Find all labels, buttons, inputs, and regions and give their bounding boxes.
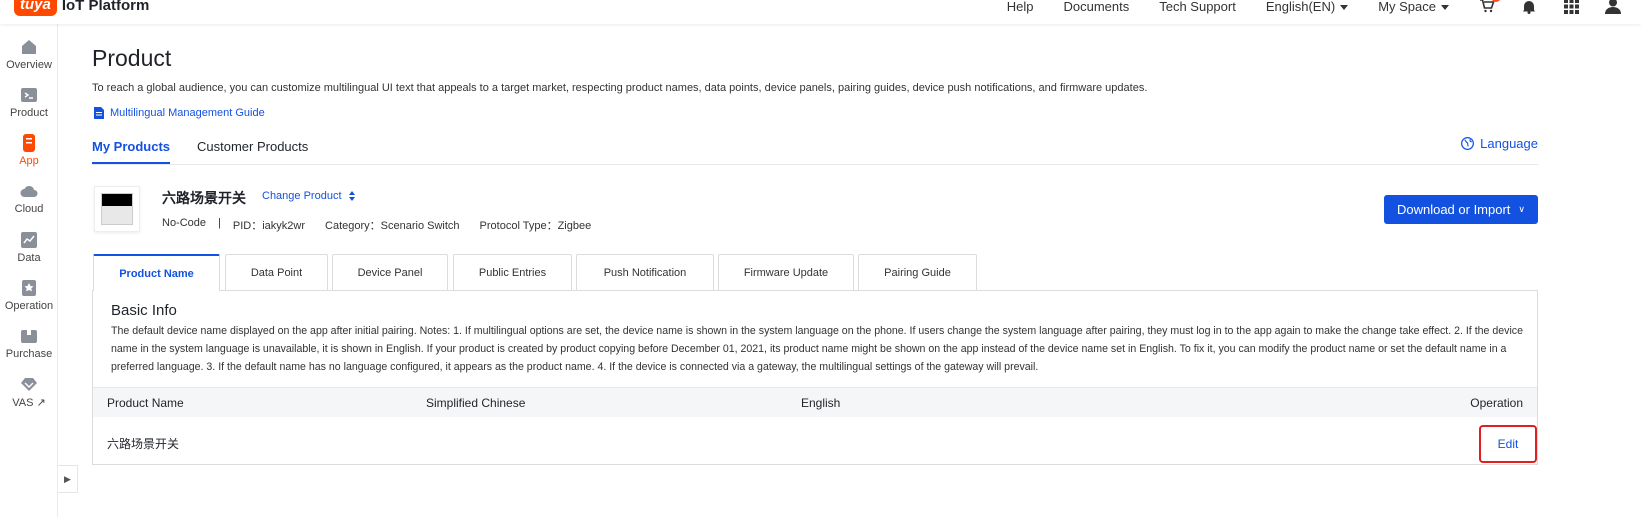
caret-down-icon — [1340, 4, 1349, 10]
guide-link-label: Multilingual Management Guide — [110, 107, 265, 119]
tab-product-name[interactable]: Product Name — [93, 254, 220, 291]
sidebar-item-label: Cloud — [14, 203, 44, 215]
logo-text: IoT Platform — [61, 0, 150, 14]
sidebar-item-purchase[interactable]: Purchase — [0, 327, 58, 360]
tab-firmware-update[interactable]: Firmware Update — [718, 254, 854, 290]
header-operation: Operation — [1470, 396, 1523, 410]
tab-public-entries[interactable]: Public Entries — [453, 254, 572, 290]
sidebar-item-label: App — [19, 155, 39, 167]
table-header: Product Name Simplified Chinese English … — [93, 387, 1537, 417]
diamond-icon — [21, 378, 37, 391]
guide-link[interactable]: Multilingual Management Guide — [94, 107, 265, 119]
tab-my-products[interactable]: My Products — [92, 139, 171, 164]
product-pid: PID：iakyk2wr — [232, 220, 306, 232]
download-import-button[interactable]: Download or Import ∨ — [1384, 195, 1538, 224]
tab-pairing-guide[interactable]: Pairing Guide — [858, 254, 977, 290]
logo-badge: tuya — [14, 0, 57, 16]
sidebar-item-label: Product — [10, 107, 48, 119]
change-product-label: Change Product — [262, 190, 342, 202]
phone-icon — [23, 134, 35, 152]
bell-icon[interactable] — [1521, 0, 1537, 14]
cloud-icon — [20, 185, 38, 197]
help-link[interactable]: Help — [1007, 0, 1034, 14]
chart-icon — [21, 232, 37, 248]
sidebar-item-label: Overview — [6, 59, 52, 71]
tab-customer-products[interactable]: Customer Products — [197, 139, 308, 154]
chevron-right-icon: ▶ — [64, 473, 71, 484]
box-icon — [21, 330, 37, 343]
tab-push-notification[interactable]: Push Notification — [576, 254, 714, 290]
terminal-icon — [21, 88, 37, 102]
meta-separator: | — [218, 217, 221, 229]
header-english: English — [801, 396, 841, 410]
basic-info-description: The default device name displayed on the… — [111, 325, 1523, 373]
page-title: Product — [92, 45, 172, 71]
apps-grid-icon[interactable] — [1563, 0, 1579, 14]
product-name: 六路场景开关 — [162, 190, 246, 206]
product-thumbnail — [94, 186, 140, 232]
language-dropdown[interactable]: English(EN) — [1265, 0, 1349, 14]
documents-link[interactable]: Documents — [1063, 0, 1129, 14]
product-category: Category：Scenario Switch — [325, 220, 460, 232]
sidebar-item-label: Operation — [4, 300, 54, 312]
sidebar-item-overview[interactable]: Overview — [0, 38, 58, 71]
caret-down-icon — [1441, 4, 1449, 10]
sidebar-item-app[interactable]: App — [0, 134, 58, 167]
sidebar-item-label: Data — [17, 252, 41, 264]
download-import-label: Download or Import — [1396, 202, 1511, 217]
sidebar-item-vas[interactable]: VAS ↗ — [0, 375, 58, 409]
sidebar-item-product[interactable]: Product — [0, 86, 58, 119]
language-link-label: Language — [1480, 136, 1538, 151]
sort-icon — [348, 191, 355, 201]
language-dropdown-label: English(EN) — [1265, 0, 1336, 14]
table-row: 六路场景开关 Edit — [93, 417, 1537, 465]
content-tabs: Product Name Data Point Device Panel Pub… — [92, 254, 1538, 291]
edit-button[interactable]: Edit — [1479, 425, 1537, 463]
home-icon — [22, 40, 36, 54]
page-description: To reach a global audience, you can cust… — [92, 82, 1148, 94]
product-card: 六路场景开关 Change Product No-Code | PID：iaky… — [92, 186, 1538, 250]
basic-info-title: Basic Info — [111, 302, 177, 319]
cell-product-name: 六路场景开关 — [107, 437, 180, 451]
sidebar: Overview Product App Cloud Data Operatio… — [0, 24, 58, 517]
sidebar-item-label: Purchase — [5, 348, 53, 360]
tab-data-point[interactable]: Data Point — [225, 254, 328, 290]
product-meta: No-Code | PID：iakyk2wr Category：Scenario… — [162, 217, 611, 233]
logo[interactable]: tuya IoT Platform — [14, 0, 149, 16]
language-link[interactable]: Language — [1461, 136, 1538, 151]
change-product-button[interactable]: Change Product — [262, 190, 356, 202]
tab-device-panel[interactable]: Device Panel — [332, 254, 448, 290]
sidebar-item-data[interactable]: Data — [0, 231, 58, 264]
product-name-panel: Basic Info The default device name displ… — [92, 290, 1538, 465]
globe-icon — [1461, 137, 1475, 150]
header-simplified-chinese: Simplified Chinese — [426, 396, 526, 410]
tech-support-link[interactable]: Tech Support — [1159, 0, 1236, 14]
user-icon[interactable] — [1605, 0, 1621, 14]
top-bar: tuya IoT Platform Help Documents Tech Su… — [0, 0, 1641, 24]
sidebar-collapse-button[interactable]: ▶ — [58, 465, 78, 493]
product-type: No-Code — [162, 217, 207, 229]
space-dropdown-label: My Space — [1378, 0, 1436, 14]
sidebar-item-operation[interactable]: Operation — [0, 279, 58, 312]
switch-image — [101, 193, 133, 225]
star-icon — [22, 280, 36, 296]
cart-icon[interactable] — [1479, 0, 1501, 14]
space-dropdown[interactable]: My Space — [1378, 0, 1449, 14]
document-icon — [94, 107, 104, 119]
scrollbar[interactable] — [1633, 24, 1641, 517]
header-product-name: Product Name — [107, 396, 184, 410]
sidebar-item-label: VAS ↗ — [12, 397, 46, 409]
product-protocol: Protocol Type：Zigbee — [479, 220, 592, 232]
product-tabs: My Products Customer Products Language — [92, 136, 1538, 165]
chevron-down-icon: ∨ — [1518, 204, 1526, 214]
sidebar-item-cloud[interactable]: Cloud — [0, 182, 58, 215]
top-nav: Help Documents Tech Support English(EN) … — [1007, 0, 1641, 16]
